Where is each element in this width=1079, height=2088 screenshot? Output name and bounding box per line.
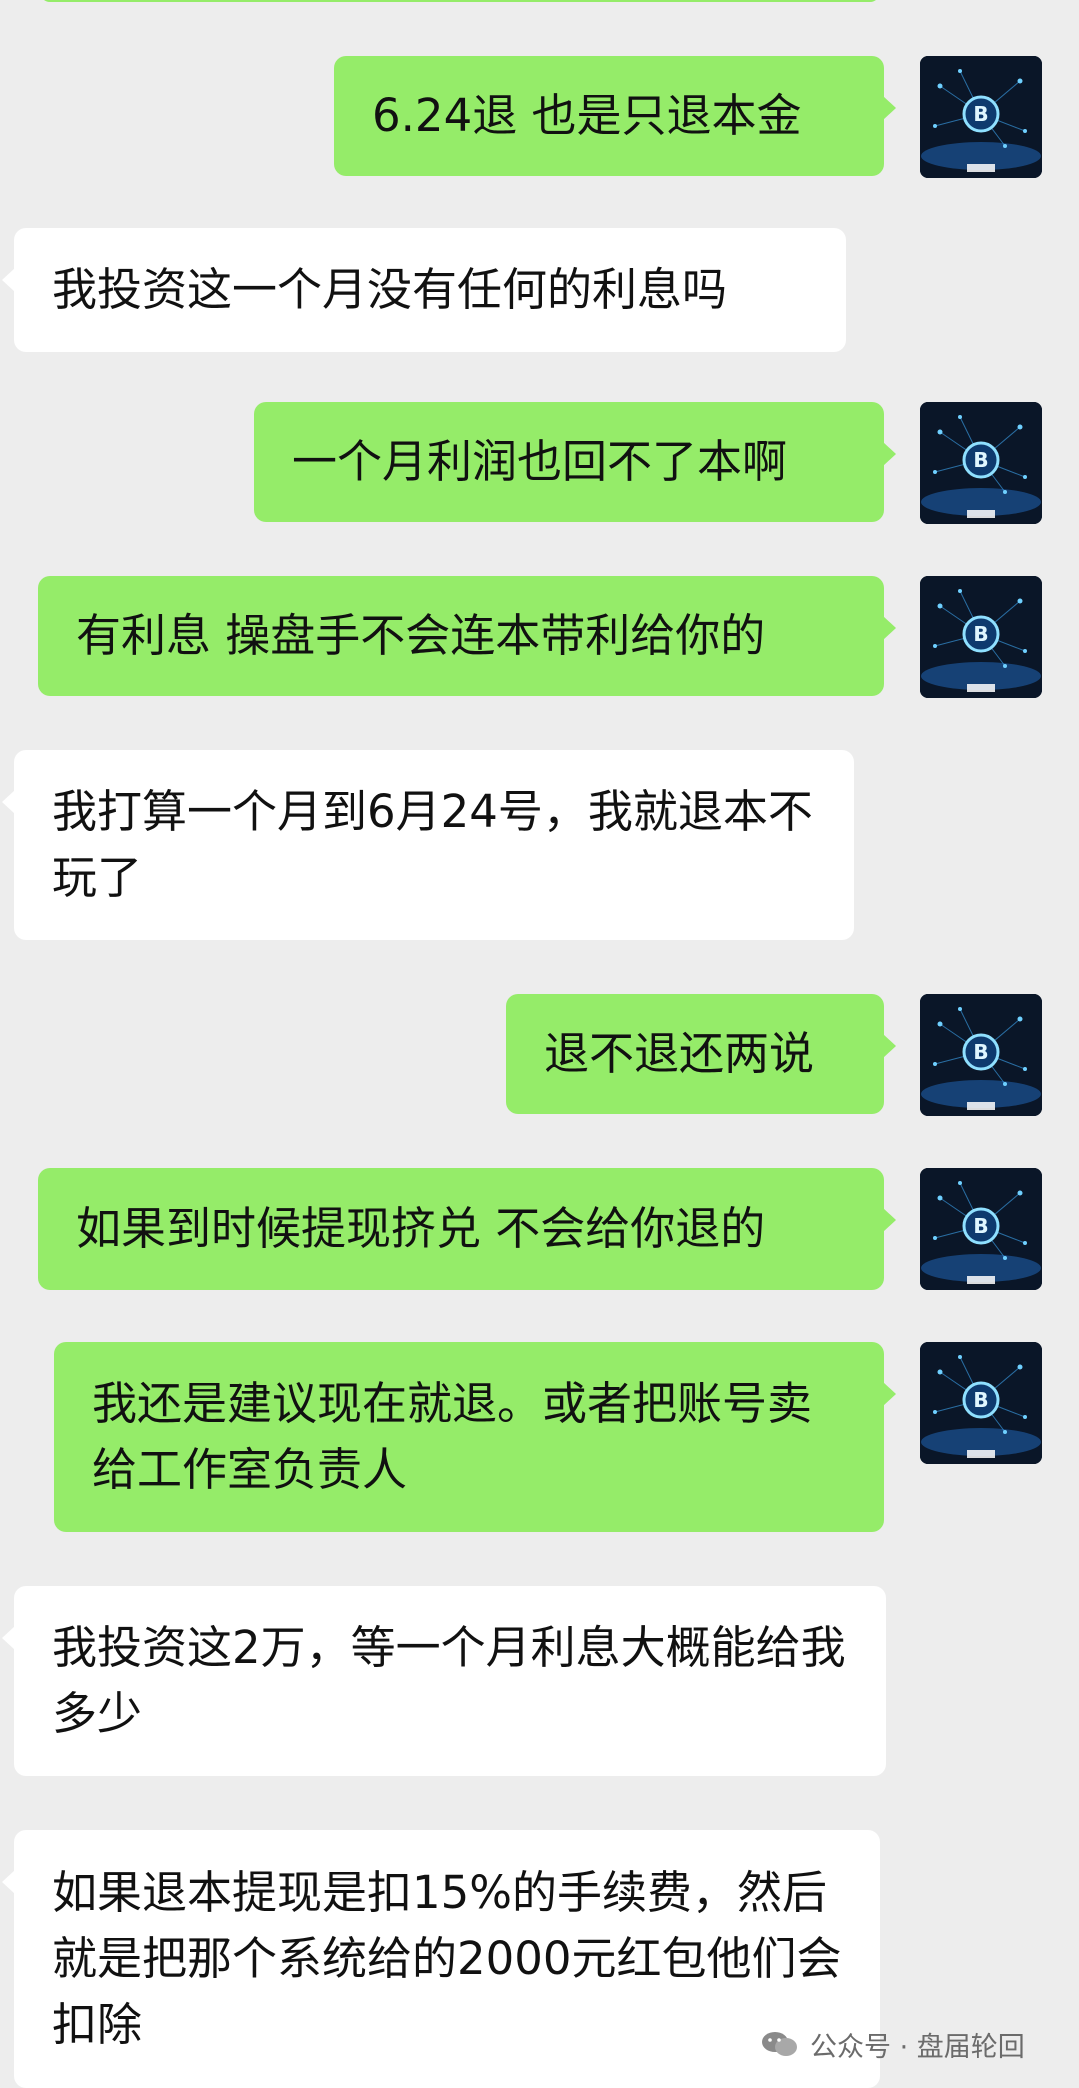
chat-message-list[interactable]: 6.24退 也是只退本金 B 我投资这一个月没有任何的利息吗 一个月利润也回不了…: [0, 0, 1079, 2088]
message-text: 如果退本提现是扣15%的手续费，然后就是把那个系统给的2000元红包他们会扣除: [52, 1866, 842, 2051]
message-text: 我投资这一个月没有任何的利息吗: [52, 263, 728, 316]
sender-avatar-icon[interactable]: B: [920, 994, 1042, 1116]
message-bubble-sent[interactable]: 一个月利润也回不了本啊: [254, 402, 896, 522]
message-bubble-received[interactable]: 我打算一个月到6月24号，我就退本不玩了: [2, 750, 854, 940]
sender-avatar-icon[interactable]: B: [920, 576, 1042, 698]
message-text: 如果到时候提现挤兑 不会给你退的: [76, 1202, 766, 1255]
partial-message-bubble: [40, 0, 880, 2]
message-bubble-sent[interactable]: 我还是建议现在就退。或者把账号卖给工作室负责人: [54, 1342, 896, 1532]
message-text: 有利息 操盘手不会连本带利给你的: [76, 609, 766, 662]
sender-avatar-icon[interactable]: B: [920, 1168, 1042, 1290]
watermark-text: 公众号 · 盘届轮回: [810, 2031, 1025, 2063]
bitcoin-network-icon: B: [920, 1342, 1042, 1464]
bitcoin-network-icon: B: [920, 402, 1042, 524]
svg-text:B: B: [973, 1040, 988, 1064]
message-bubble-sent[interactable]: 如果到时候提现挤兑 不会给你退的: [38, 1168, 896, 1290]
bitcoin-network-icon: B: [920, 994, 1042, 1116]
message-bubble-received[interactable]: 如果退本提现是扣15%的手续费，然后就是把那个系统给的2000元红包他们会扣除: [2, 1830, 880, 2088]
watermark: 公众号 · 盘届轮回: [760, 2026, 1025, 2063]
message-text: 我打算一个月到6月24号，我就退本不玩了: [52, 785, 813, 904]
message-bubble-received[interactable]: 我投资这一个月没有任何的利息吗: [2, 228, 846, 352]
sender-avatar-icon[interactable]: B: [920, 1342, 1042, 1464]
svg-text:B: B: [973, 1214, 988, 1238]
message-text: 一个月利润也回不了本啊: [292, 435, 788, 488]
message-bubble-sent[interactable]: 6.24退 也是只退本金: [334, 56, 896, 176]
message-text: 6.24退 也是只退本金: [372, 89, 802, 142]
sender-avatar-icon[interactable]: B: [920, 56, 1042, 178]
message-text: 我还是建议现在就退。或者把账号卖给工作室负责人: [92, 1377, 813, 1496]
svg-text:B: B: [973, 622, 988, 646]
message-text: 退不退还两说: [544, 1027, 815, 1080]
message-text: 我投资这2万，等一个月利息大概能给我多少: [52, 1621, 846, 1740]
bitcoin-network-icon: B: [920, 576, 1042, 698]
sender-avatar-icon[interactable]: B: [920, 402, 1042, 524]
message-bubble-received[interactable]: 我投资这2万，等一个月利息大概能给我多少: [2, 1586, 886, 1776]
message-bubble-sent[interactable]: 退不退还两说: [506, 994, 896, 1114]
bitcoin-network-icon: B: [920, 1168, 1042, 1290]
message-bubble-sent[interactable]: 有利息 操盘手不会连本带利给你的: [38, 576, 896, 696]
svg-text:B: B: [973, 1388, 988, 1412]
svg-text:B: B: [973, 102, 988, 126]
wechat-official-account-icon: [762, 2032, 797, 2056]
bitcoin-network-icon: B: [920, 56, 1042, 178]
svg-text:B: B: [973, 448, 988, 472]
